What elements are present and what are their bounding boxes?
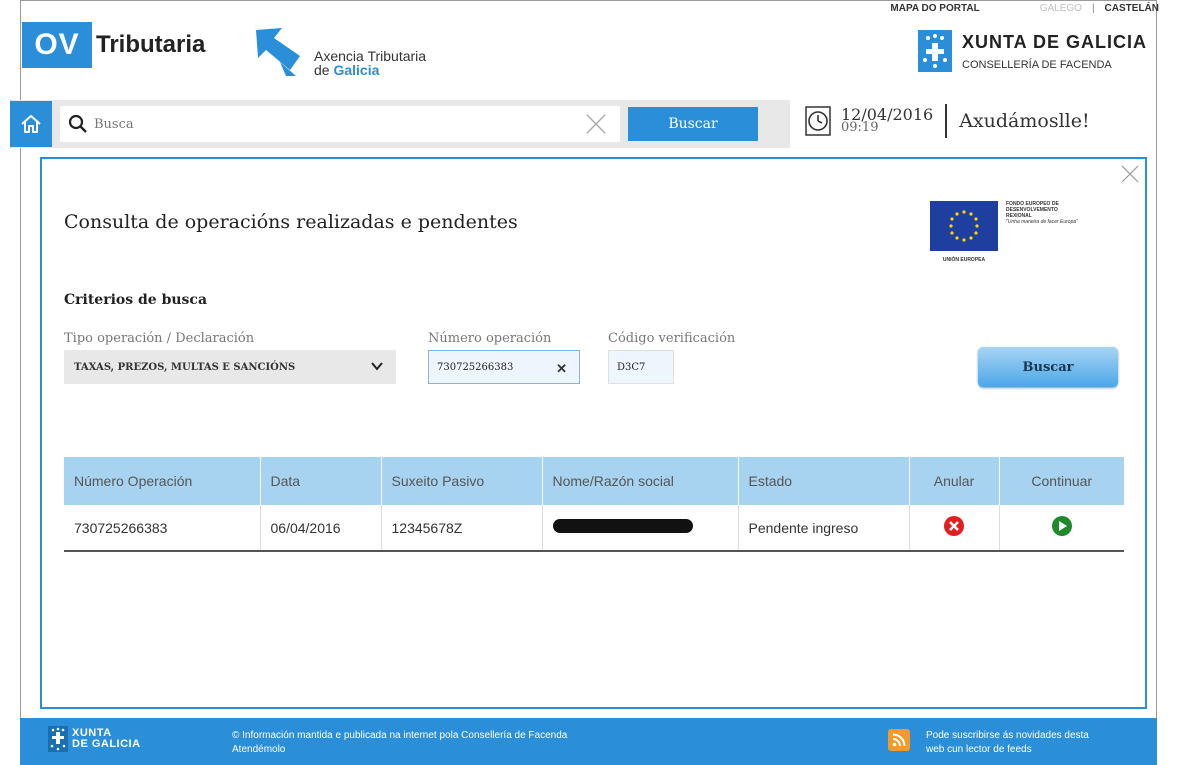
atg-line2-prefix: de — [314, 62, 334, 78]
cell-anular — [909, 505, 1000, 552]
operations-dialog: Consulta de operacións realizadas e pend… — [40, 157, 1147, 709]
eu-flag-icon — [930, 201, 998, 251]
xunta-logo-text: XUNTA DE GALICIA CONSELLERÍA DE FACENDA — [962, 32, 1147, 71]
help-link[interactable]: Axudámoslle! — [959, 110, 1089, 132]
codigo-label: Código verificación — [608, 331, 736, 346]
footer-xunta-logo[interactable]: XUNTA DE GALICIA — [48, 726, 141, 752]
xunta-subtitle: CONSELLERÍA DE FACENDA — [962, 58, 1112, 71]
clear-numero-icon[interactable]: ✕ — [556, 361, 567, 377]
clock-icon — [805, 106, 831, 136]
search-box — [60, 106, 620, 142]
eu-feder-logo: UNIÓN EUROPEA FONDO EUROPEO DE DESENVOLV… — [930, 201, 1136, 263]
atg-logo[interactable]: Axencia Tributaria de Galicia — [250, 26, 426, 78]
eu-caption: UNIÓN EUROPEA — [942, 257, 986, 263]
lang-galego-link[interactable]: GALEGO — [1040, 3, 1082, 14]
ov-logo-box: OV — [22, 22, 92, 68]
xunta-logo[interactable]: XUNTA DE GALICIA CONSELLERÍA DE FACENDA — [918, 30, 1147, 72]
col-header-anular: Anular — [909, 457, 1000, 505]
footer-info: © Información mantida e publicada na int… — [232, 729, 567, 757]
continue-operation-icon[interactable] — [1051, 515, 1073, 537]
col-header-estado: Estado — [738, 457, 910, 505]
ov-logo-text: Tributaria — [96, 31, 206, 58]
datetime-area: 12/04/2016 09:19 Axudámoslle! — [805, 104, 1090, 138]
table-row: 730725266383 06/04/2016 12345678Z Penden… — [64, 505, 1124, 552]
dialog-title: Consulta de operacións realizadas e pend… — [64, 211, 518, 233]
col-header-continuar: Continuar — [999, 457, 1124, 505]
search-bar: Buscar — [10, 100, 790, 148]
numero-operacion-value: 730725266383 — [437, 361, 514, 373]
col-header-suxeito: Suxeito Pasivo — [381, 457, 543, 505]
xunta-emblem-icon — [918, 30, 952, 72]
cell-nome — [542, 505, 739, 552]
numero-operacion-field[interactable]: 730725266383 ✕ — [428, 350, 580, 384]
atg-arrow-icon — [256, 28, 300, 76]
codigo-verificacion-field[interactable]: D3C7 — [608, 350, 674, 384]
search-operations-button[interactable]: Buscar — [978, 347, 1118, 387]
home-icon — [21, 115, 41, 133]
help-divider — [945, 104, 948, 138]
top-links: MAPA DO PORTAL GALEGO | CASTELÁN — [890, 3, 1159, 14]
datetime-text: 12/04/2016 09:19 — [841, 107, 933, 135]
tipo-operacion-select[interactable]: TAXAS, PREZOS, MULTAS E SANCIÓNS — [64, 350, 396, 384]
xunta-title: XUNTA DE GALICIA — [962, 31, 1147, 52]
site-map-link[interactable]: MAPA DO PORTAL — [890, 3, 979, 14]
footer-contact-link[interactable]: Atendémolo — [232, 743, 567, 757]
footer-rss[interactable]: Pode suscribirse ás novidades desta web … — [888, 729, 1146, 757]
numero-label: Número operación — [428, 331, 552, 346]
cancel-operation-icon[interactable] — [943, 515, 965, 537]
criteria-heading: Criterios de busca — [64, 292, 208, 308]
search-icon — [68, 114, 87, 133]
atg-line2: de Galicia — [314, 63, 426, 77]
home-button[interactable] — [10, 101, 52, 147]
cell-data: 06/04/2016 — [260, 505, 382, 552]
footer: XUNTA DE GALICIA © Información mantida e… — [20, 718, 1157, 765]
rss-text-line1: Pode suscribirse ás novidades desta — [926, 730, 1089, 741]
rss-glyph-icon — [892, 733, 906, 747]
search-input[interactable] — [94, 116, 574, 132]
codigo-verificacion-value: D3C7 — [617, 361, 646, 373]
footer-xunta-emblem-icon — [48, 726, 68, 752]
cell-suxeito: 12345678Z — [381, 505, 543, 552]
lang-separator: | — [1091, 3, 1095, 14]
cell-continuar — [999, 505, 1124, 552]
feder-text: FONDO EUROPEO DE DESENVOLVEMENTO REXIONA… — [1006, 201, 1136, 255]
table-header-row: Número Operación Data Suxeito Pasivo Nom… — [64, 457, 1124, 505]
close-icon[interactable] — [1121, 165, 1139, 183]
footer-logo-text: XUNTA DE GALICIA — [72, 728, 141, 750]
feder-slogan: "Unha maneira de facer Europa" — [1006, 219, 1078, 225]
footer-logo-line2: DE GALICIA — [72, 738, 141, 750]
col-header-data: Data — [260, 457, 382, 505]
cell-numero: 730725266383 — [64, 505, 261, 552]
search-button[interactable]: Buscar — [628, 107, 758, 141]
atg-logo-text: Axencia Tributaria de Galicia — [314, 49, 426, 77]
tipo-label: Tipo operación / Declaración — [64, 331, 255, 346]
clear-search-icon[interactable] — [584, 112, 608, 136]
col-header-nome: Nome/Razón social — [542, 457, 739, 505]
atg-line1: Axencia Tributaria — [314, 48, 427, 64]
operations-table: Número Operación Data Suxeito Pasivo Nom… — [64, 457, 1124, 552]
ov-tributaria-logo[interactable]: OV Tributaria — [22, 22, 205, 68]
rss-text: Pode suscribirse ás novidades desta web … — [926, 729, 1146, 757]
chevron-down-icon — [371, 362, 383, 371]
rss-text-line2: web cun lector de feeds — [926, 744, 1032, 755]
tipo-selected-value: TAXAS, PREZOS, MULTAS E SANCIÓNS — [74, 361, 296, 373]
atg-line2-galicia: Galicia — [333, 62, 380, 78]
rss-icon[interactable] — [888, 729, 910, 751]
cell-estado: Pendente ingreso — [738, 505, 910, 552]
lang-castelan-link[interactable]: CASTELÁN — [1105, 3, 1159, 14]
footer-info-text: © Información mantida e publicada na int… — [232, 730, 568, 741]
col-header-numero: Número Operación — [64, 457, 261, 505]
redacted-name — [552, 519, 693, 533]
